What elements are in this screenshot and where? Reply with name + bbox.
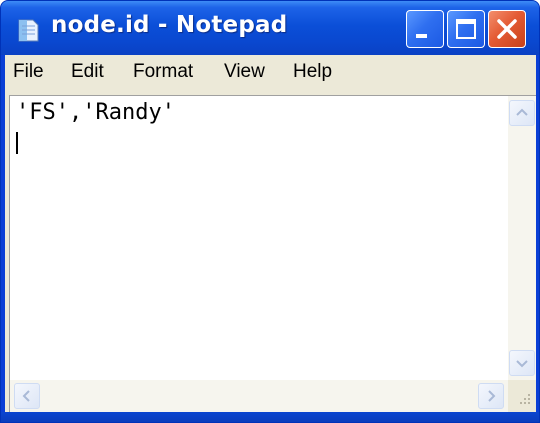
resize-grip-icon xyxy=(520,394,530,404)
vertical-scrollbar[interactable] xyxy=(508,96,536,380)
notepad-icon[interactable] xyxy=(15,17,41,43)
window-title: node.id - Notepad xyxy=(51,12,288,38)
scroll-left-button[interactable] xyxy=(14,383,40,409)
window-bottom-border xyxy=(1,412,539,422)
maximize-button[interactable] xyxy=(447,10,485,48)
minimize-icon xyxy=(416,34,427,38)
scroll-up-button[interactable] xyxy=(509,100,535,126)
scroll-right-button[interactable] xyxy=(478,383,504,409)
minimize-button[interactable] xyxy=(406,10,444,48)
chevron-left-icon xyxy=(22,390,30,402)
chevron-up-icon xyxy=(516,108,528,116)
menu-bar: File Edit Format View Help xyxy=(5,55,536,91)
menu-view[interactable]: View xyxy=(224,61,265,83)
editor-content[interactable]: 'FS','Randy' xyxy=(16,100,175,126)
menu-edit[interactable]: Edit xyxy=(71,61,104,83)
menu-format[interactable]: Format xyxy=(133,61,193,83)
menu-file[interactable]: File xyxy=(13,61,44,83)
scroll-down-button[interactable] xyxy=(509,350,535,376)
title-bar[interactable]: node.id - Notepad xyxy=(1,1,539,55)
text-editor[interactable]: 'FS','Randy' xyxy=(9,95,536,412)
horizontal-scrollbar[interactable] xyxy=(10,380,508,412)
notepad-window: node.id - Notepad File Edit Format View xyxy=(0,0,540,423)
maximize-icon xyxy=(456,19,476,39)
chevron-right-icon xyxy=(488,390,496,402)
menu-help[interactable]: Help xyxy=(293,61,332,83)
close-button[interactable] xyxy=(488,10,526,48)
text-caret xyxy=(16,132,18,154)
client-area: File Edit Format View Help 'FS','Randy' xyxy=(5,55,536,412)
resize-grip[interactable] xyxy=(508,380,536,412)
close-icon xyxy=(497,19,517,39)
chevron-down-icon xyxy=(516,360,528,368)
